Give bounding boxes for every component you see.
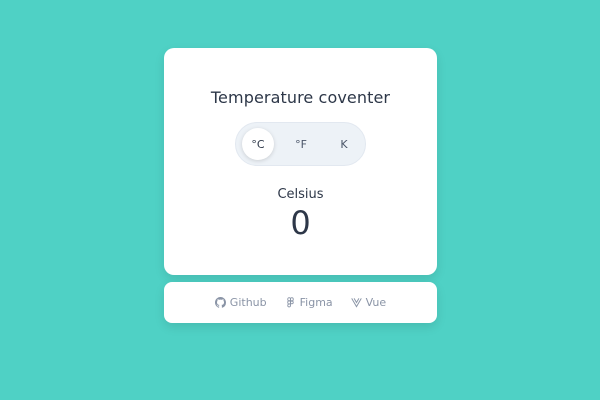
figma-link[interactable]: Figma xyxy=(285,296,333,309)
unit-option-kelvin[interactable]: K xyxy=(328,128,360,160)
figma-icon xyxy=(285,297,296,308)
unit-toggle: °C °F K xyxy=(235,122,366,166)
vue-link[interactable]: Vue xyxy=(350,296,387,309)
converter-card: Temperature coventer °C °F K Celsius 0 xyxy=(164,48,437,275)
vue-icon xyxy=(350,297,362,308)
unit-option-fahrenheit[interactable]: °F xyxy=(285,128,317,160)
temperature-value: 0 xyxy=(290,204,311,242)
github-icon xyxy=(214,297,226,308)
github-link[interactable]: Github xyxy=(214,296,267,309)
page-title: Temperature coventer xyxy=(210,88,391,107)
figma-label: Figma xyxy=(299,296,333,309)
vue-label: Vue xyxy=(365,296,387,309)
github-label: Github xyxy=(229,296,267,309)
unit-name: Celsius xyxy=(277,187,324,202)
footer-links: Github Figma Vue xyxy=(164,282,437,323)
unit-option-celsius[interactable]: °C xyxy=(242,128,274,160)
